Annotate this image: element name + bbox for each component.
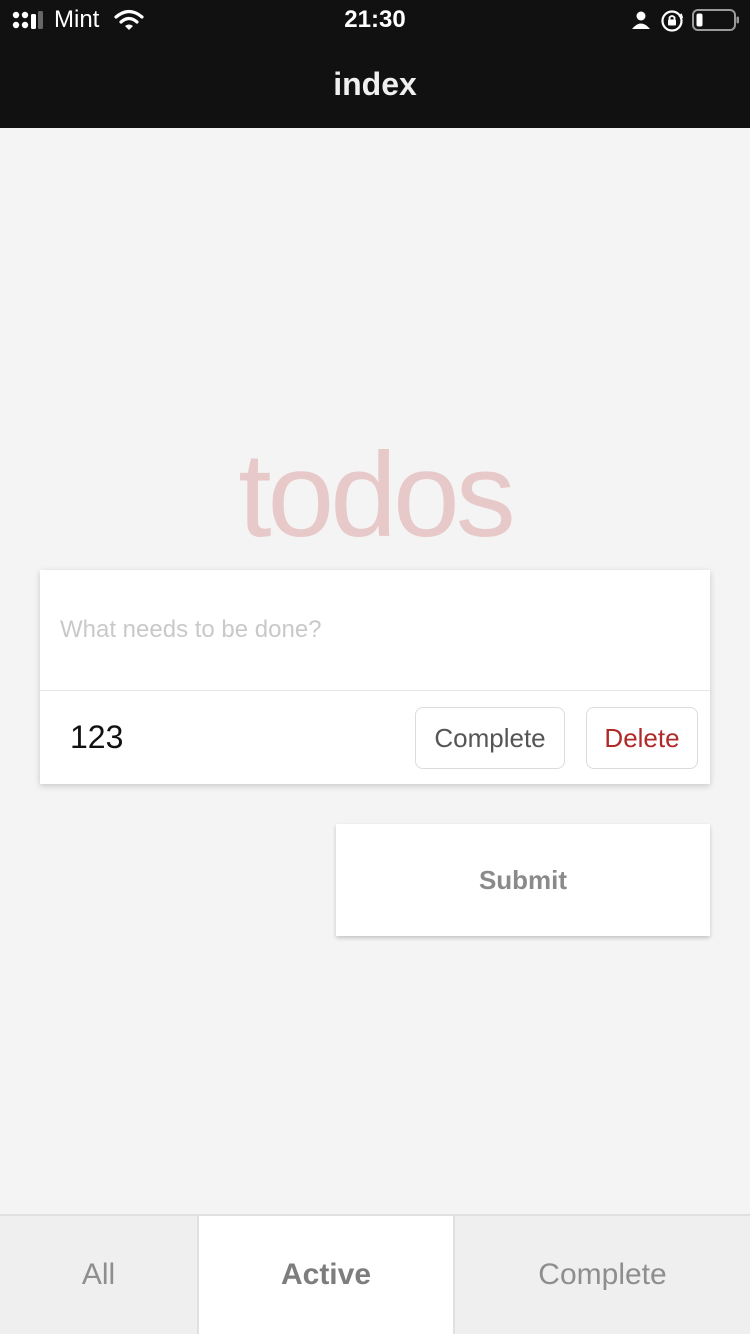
wifi-icon — [114, 9, 144, 30]
complete-button[interactable]: Complete — [415, 707, 565, 769]
todo-item: 123 Complete Delete — [40, 690, 710, 784]
navigation-bar: index — [0, 40, 750, 128]
new-todo-input[interactable] — [40, 570, 710, 690]
page-title: index — [333, 66, 417, 102]
rotation-lock-icon — [661, 10, 684, 32]
delete-button[interactable]: Delete — [586, 707, 698, 769]
tab-complete[interactable]: Complete — [455, 1216, 750, 1334]
app-title: todos — [238, 428, 516, 562]
status-bar: Mint 21:30 — [0, 0, 750, 40]
todo-item-text: 123 — [70, 719, 124, 755]
tab-all[interactable]: All — [0, 1216, 199, 1334]
tab-active[interactable]: Active — [199, 1216, 455, 1334]
user-icon — [632, 11, 650, 29]
todo-card: 123 Complete Delete — [40, 570, 710, 784]
carrier-name: Mint — [54, 6, 100, 33]
signal-icon — [12, 11, 43, 29]
battery-icon — [692, 9, 739, 31]
submit-button[interactable]: Submit — [336, 824, 710, 936]
filter-tab-bar: All Active Complete — [0, 1214, 750, 1334]
